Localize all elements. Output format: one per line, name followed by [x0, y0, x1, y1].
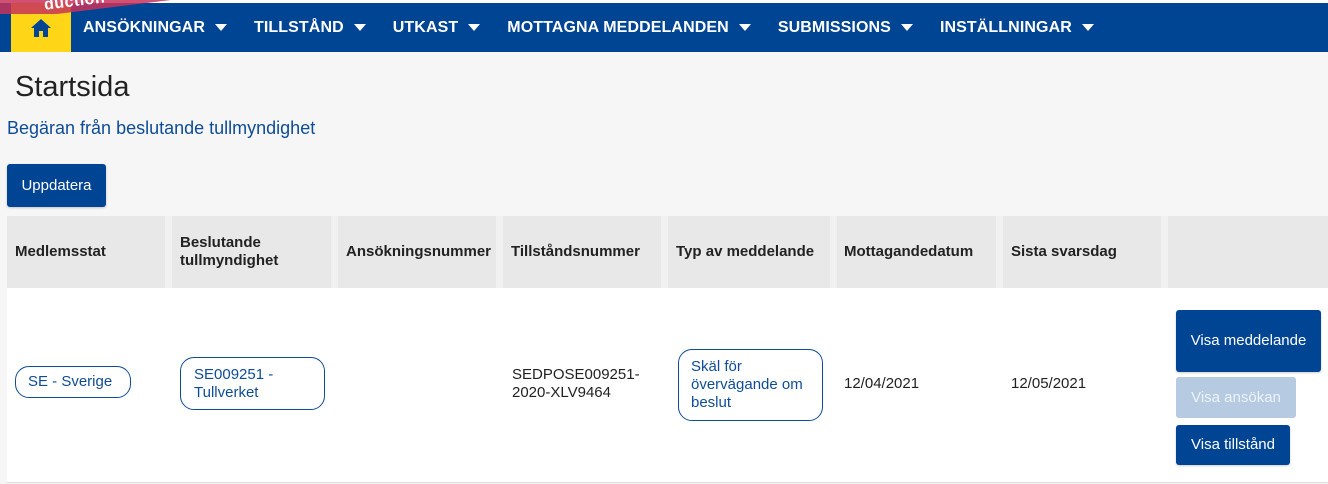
message-type-badge[interactable]: Skäl för övervägande om beslut — [678, 349, 823, 421]
nav-item-tillstand[interactable]: TILLSTÅND — [254, 19, 366, 37]
navbar-bar: ANSÖKNINGAR TILLSTÅND UTKAST MOTTAGNA ME… — [0, 3, 1328, 52]
nav-item-label: INSTÄLLNINGAR — [939, 18, 1072, 36]
nav-item-submissions[interactable]: SUBMISSIONS — [778, 19, 913, 37]
main-menu: ANSÖKNINGAR TILLSTÅND UTKAST MOTTAGNA ME… — [83, 3, 1121, 52]
caret-down-icon — [1081, 24, 1094, 31]
permit-number-cell: SEDPOSE009251-2020-XLV9464 — [512, 366, 640, 401]
column-separator — [496, 216, 503, 288]
column-separator — [165, 216, 172, 288]
column-header-actions — [1168, 216, 1328, 288]
column-header-received-date[interactable]: Mottagandedatum — [836, 216, 996, 288]
caret-down-icon — [738, 24, 751, 31]
caret-down-icon — [353, 24, 366, 31]
received-date-cell: 12/04/2021 — [844, 375, 920, 392]
view-application-button[interactable]: Visa ansökan — [1176, 377, 1296, 418]
column-separator — [1161, 216, 1168, 288]
nav-item-utkast[interactable]: UTKAST — [392, 18, 481, 37]
refresh-button[interactable]: Uppdatera — [7, 164, 106, 207]
nav-item-label: UTKAST — [392, 18, 459, 36]
deadline-cell: 12/05/2021 — [1011, 375, 1087, 392]
column-header-authority[interactable]: Beslutande tullmyndighet — [172, 216, 331, 288]
top-navbar: ANSÖKNINGAR TILLSTÅND UTKAST MOTTAGNA ME… — [0, 0, 1328, 52]
nav-item-label: SUBMISSIONS — [777, 18, 891, 36]
authority-badge[interactable]: SE009251 - Tullverket — [180, 357, 325, 410]
home-icon — [31, 18, 51, 37]
column-header-member-state[interactable]: Medlemsstat — [7, 216, 165, 288]
page-title: Startsida — [15, 71, 130, 103]
requests-table: Medlemsstat Beslutande tullmyndighet Ans… — [7, 216, 1328, 483]
caret-down-icon — [215, 24, 227, 31]
nav-item-label: ANSÖKNINGAR — [83, 18, 205, 36]
nav-item-label: MOTTAGNA MEDDELANDEN — [507, 18, 729, 36]
column-header-permit-number[interactable]: Tillståndsnummer — [503, 216, 661, 288]
column-header-message-type[interactable]: Typ av meddelande — [668, 216, 830, 288]
table-header: Medlemsstat Beslutande tullmyndighet Ans… — [7, 216, 1328, 288]
column-separator — [996, 216, 1003, 288]
section-subtitle: Begäran från beslutande tullmyndighet — [7, 118, 316, 138]
member-state-badge[interactable]: SE - Sverige — [15, 366, 131, 398]
home-button[interactable] — [11, 3, 71, 52]
column-separator — [331, 216, 338, 288]
column-header-deadline[interactable]: Sista svarsdag — [1003, 216, 1161, 288]
caret-down-icon — [468, 24, 481, 31]
column-header-application-number[interactable]: Ansökningsnummer — [338, 216, 496, 288]
table-body: SE - Sverige SE009251 - Tullverket SEDPO… — [7, 288, 1328, 483]
nav-item-label: TILLSTÅND — [254, 18, 344, 36]
caret-down-icon — [900, 24, 913, 31]
nav-item-installningar[interactable]: INSTÄLLNINGAR — [940, 19, 1094, 37]
nav-item-ansokningar[interactable]: ANSÖKNINGAR — [83, 19, 227, 37]
nav-item-mottagna-meddelanden[interactable]: MOTTAGNA MEDDELANDEN — [507, 19, 751, 37]
view-permit-button[interactable]: Visa tillstånd — [1176, 425, 1290, 465]
column-separator — [661, 216, 668, 288]
view-message-button[interactable]: Visa meddelande — [1176, 310, 1321, 372]
